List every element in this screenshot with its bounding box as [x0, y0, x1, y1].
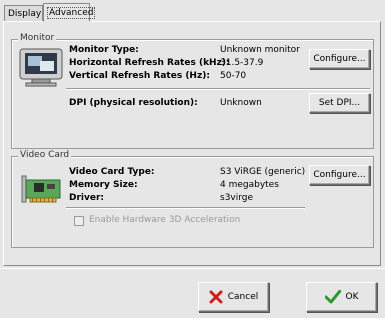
- tab-display[interactable]: Display: [4, 5, 43, 21]
- monitor-configure-button[interactable]: Configure...: [309, 49, 370, 69]
- monitor-section-title: Monitor: [18, 33, 57, 43]
- memory-label: Memory Size:: [69, 180, 138, 190]
- tab-advanced[interactable]: Advanced: [43, 3, 96, 22]
- set-dpi-label: Set DPI...: [318, 98, 361, 108]
- tab-advanced-label: Advanced: [47, 7, 96, 19]
- driver-label: Driver:: [69, 193, 105, 203]
- hrate-label: Horizontal Refresh Rates (kHz):: [69, 58, 230, 68]
- vrate-value: 50-70: [220, 71, 247, 81]
- ok-button[interactable]: OK: [306, 282, 377, 312]
- video-type-label: Video Card Type:: [69, 167, 155, 177]
- hardware-accel-checkbox[interactable]: [74, 216, 84, 226]
- monitor-configure-label: Configure...: [313, 54, 366, 64]
- monitor-icon: [19, 48, 63, 87]
- hrate-value: 31.5-37.9: [220, 58, 264, 68]
- video-type-value: S3 ViRGE (generic): [220, 167, 306, 177]
- vrate-label: Vertical Refresh Rates (Hz):: [69, 71, 210, 81]
- video-configure-button[interactable]: Configure...: [309, 165, 370, 185]
- monitor-separator: [66, 88, 370, 90]
- cancel-icon: [209, 290, 223, 304]
- dpi-label: DPI (physical resolution):: [69, 98, 198, 108]
- ok-label: OK: [345, 292, 359, 302]
- memory-value: 4 megabytes: [220, 180, 279, 190]
- hardware-accel-label: Enable Hardware 3D Acceleration: [89, 215, 241, 225]
- monitor-type-label: Monitor Type:: [69, 45, 139, 55]
- video-configure-label: Configure...: [313, 170, 366, 180]
- monitor-type-value: Unknown monitor: [220, 45, 300, 55]
- dpi-value: Unknown: [220, 98, 262, 108]
- button-bar-separator: [0, 268, 385, 269]
- video-card-icon: [21, 175, 61, 203]
- cancel-button[interactable]: Cancel: [198, 282, 269, 312]
- checkmark-icon: [324, 290, 341, 304]
- tab-display-label: Display: [8, 9, 42, 19]
- set-dpi-button[interactable]: Set DPI...: [309, 93, 370, 113]
- video-separator: [66, 207, 305, 209]
- cancel-label: Cancel: [227, 292, 259, 302]
- driver-value: s3virge: [220, 193, 254, 203]
- video-section-title: Video Card: [18, 150, 72, 160]
